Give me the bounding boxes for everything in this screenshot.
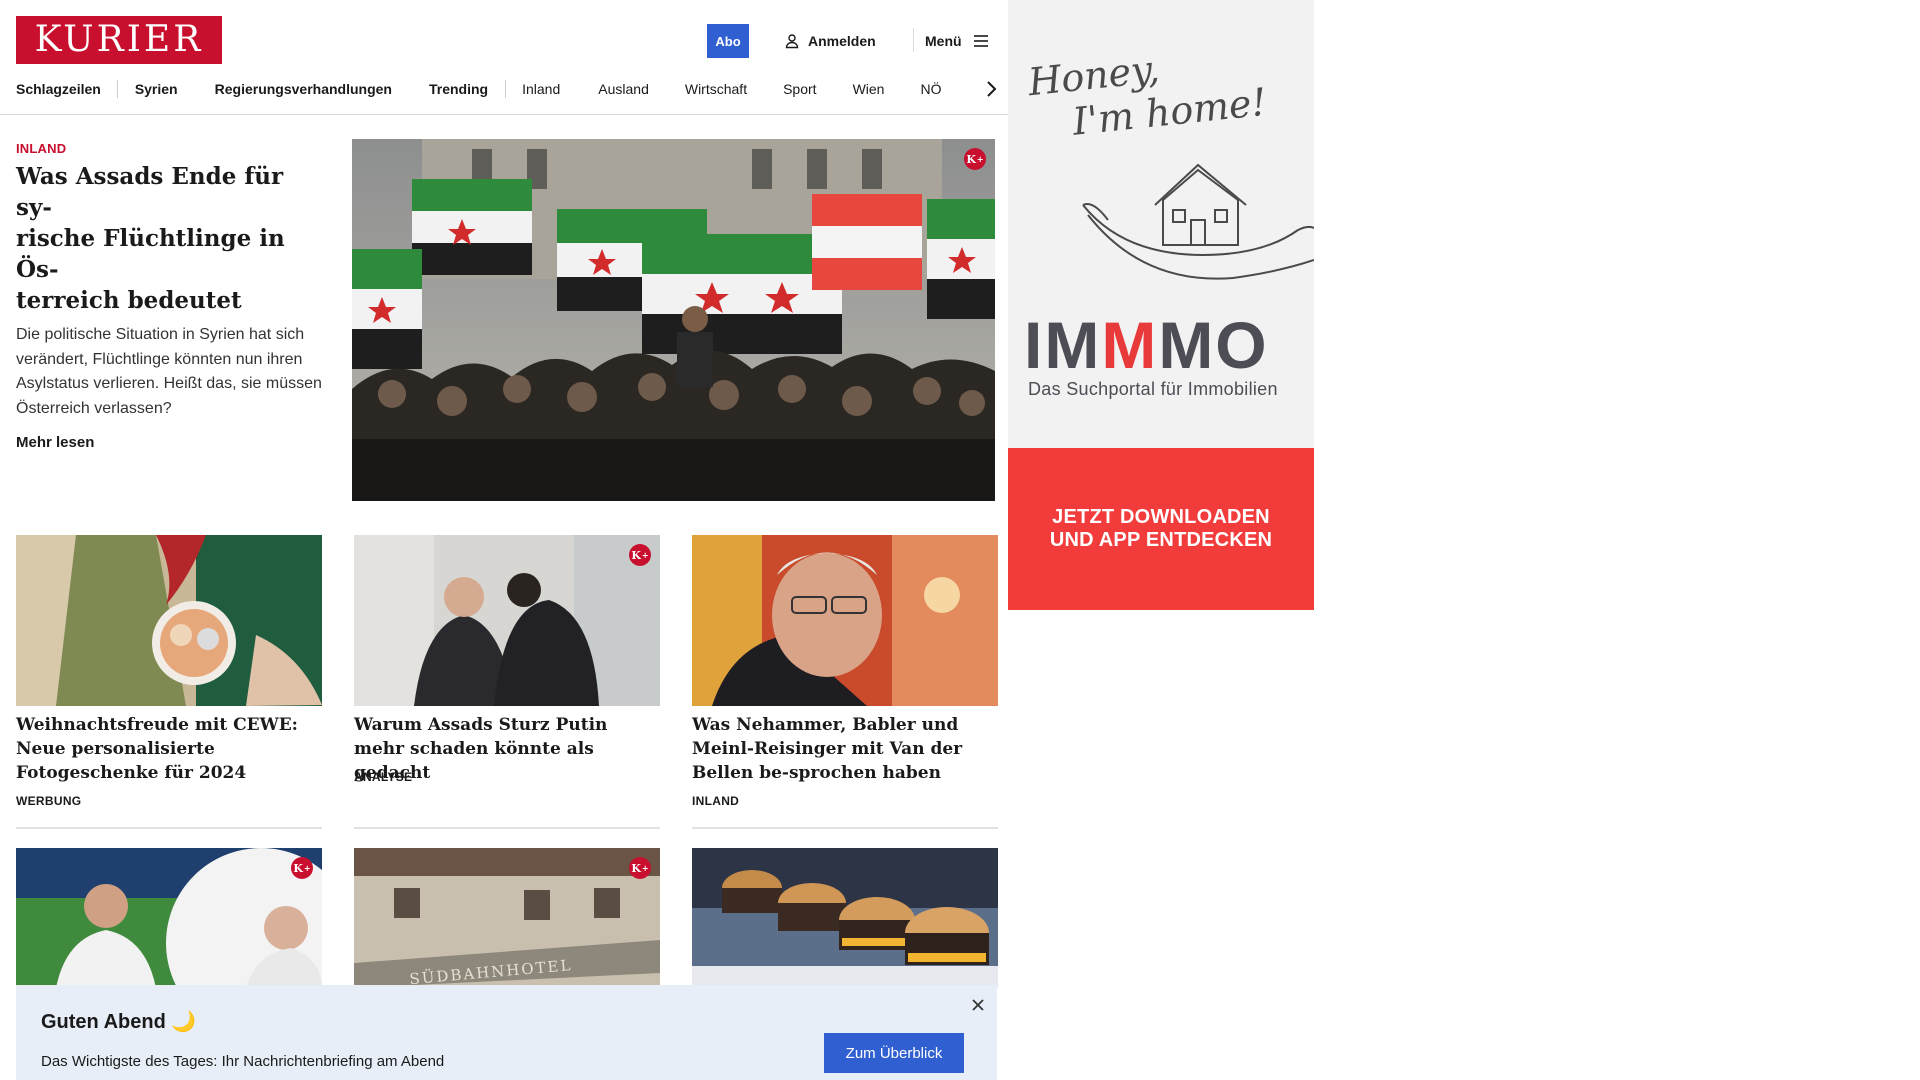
briefing-title: Guten Abend 🌙 xyxy=(41,1011,197,1033)
nav-item-inland[interactable]: Inland xyxy=(522,81,560,97)
abo-button[interactable]: Abo xyxy=(707,24,749,58)
user-icon xyxy=(785,34,799,49)
login-button[interactable]: Anmelden xyxy=(784,29,876,53)
nav-scroll-right-button[interactable] xyxy=(974,76,1008,102)
login-label: Anmelden xyxy=(808,33,876,49)
hero-title[interactable]: Was Assads Ende für sy- rische Flüchtlin… xyxy=(16,161,322,316)
site-header: KURIER Abo Anmelden Menü Schlagzeilen Sy… xyxy=(0,0,1008,115)
van-der-bellen-portrait-photo xyxy=(692,535,998,706)
house-in-hand-icon xyxy=(1082,163,1314,280)
hero-title-line: Was Assads Ende für sy- xyxy=(16,163,284,221)
ad-cta-line: JETZT DOWNLOADEN xyxy=(1052,506,1270,528)
hero-title-line: rische Flüchtlinge in Ös- xyxy=(16,225,285,283)
ad-visual: Honey, I'm home! IMMMO Das Suchportal fü… xyxy=(1008,0,1314,448)
hero-teaser: Die politische Situation in Syrien hat s… xyxy=(16,326,322,417)
putin-assad-embrace-photo xyxy=(354,535,660,706)
football-coach-photo xyxy=(16,848,322,988)
card-divider xyxy=(692,827,998,829)
ad-brand-part: M xyxy=(1101,308,1159,382)
card-image-vdb[interactable] xyxy=(692,535,998,706)
nav-item-sport[interactable]: Sport xyxy=(783,81,816,97)
card-image-burger[interactable] xyxy=(692,848,998,988)
overview-button[interactable]: Zum Überblick xyxy=(824,1033,964,1073)
card-image-rangnick[interactable]: K + xyxy=(16,848,322,988)
menu-label: Menü xyxy=(925,33,962,49)
briefing-text: Das Wichtigste des Tages: Ihr Nachrichte… xyxy=(41,1053,445,1070)
header-divider xyxy=(913,28,914,52)
card-title-cewe[interactable]: Weihnachtsfreude mit CEWE: Neue personal… xyxy=(16,713,326,785)
nav-item-trending[interactable]: Trending xyxy=(429,81,488,97)
logo-text: KURIER xyxy=(34,19,204,60)
card-kicker-analyse: ANALYSE xyxy=(354,770,413,784)
hero-title-line: terreich bedeutet xyxy=(16,287,242,314)
nav-item-wien[interactable]: Wien xyxy=(853,81,885,97)
card-divider xyxy=(16,827,322,829)
card-kicker-werbung: WERBUNG xyxy=(16,794,82,808)
read-more-link[interactable]: Mehr lesen xyxy=(16,434,322,451)
premium-badge: K + xyxy=(964,148,986,170)
suedbahnhotel-facade-photo: SÜDBAHNHOTEL xyxy=(354,848,660,988)
hero-kicker[interactable]: INLAND xyxy=(16,141,322,156)
hamburger-icon xyxy=(973,35,988,47)
premium-badge: K + xyxy=(629,544,651,566)
hero-image[interactable]: K + xyxy=(352,139,995,501)
ad-tagline: Honey, I'm home! xyxy=(1026,36,1269,148)
nav-item-regierungsverhandlungen[interactable]: Regierungsverhandlungen xyxy=(215,81,392,97)
briefing-close-button[interactable] xyxy=(967,994,989,1016)
card-image-putin[interactable]: K + xyxy=(354,535,660,706)
nav-divider xyxy=(116,80,118,98)
nav-divider xyxy=(505,80,507,98)
ad-brand-part: MO xyxy=(1158,308,1269,382)
close-icon xyxy=(972,999,984,1011)
christmas-ornament-photo xyxy=(16,535,322,706)
ad-cta-area[interactable]: JETZT DOWNLOADEN UND APP ENTDECKEN xyxy=(1008,448,1314,610)
card-title-vdb[interactable]: Was Nehammer, Babler und Meinl-Reisinger… xyxy=(692,713,1002,785)
ad-brand-part: IM xyxy=(1024,308,1102,382)
card-kicker-inland: INLAND xyxy=(692,794,740,808)
ad-cta-line: UND APP ENTDECKEN xyxy=(1049,529,1273,551)
nav-item-ausland[interactable]: Ausland xyxy=(598,81,649,97)
kurier-logo[interactable]: KURIER xyxy=(16,16,222,64)
nav-item-schlagzeilen[interactable]: Schlagzeilen xyxy=(16,81,101,97)
evening-briefing-banner: Guten Abend 🌙 Das Wichtigste des Tages: … xyxy=(16,985,997,1080)
immmo-advertisement[interactable]: Honey, I'm home! IMMMO Das Suchportal fü… xyxy=(1008,0,1314,610)
card-image-suedbahnhotel[interactable]: SÜDBAHNHOTEL K + xyxy=(354,848,660,988)
syrian-flags-crowd-photo xyxy=(352,139,995,501)
nav-item-noe[interactable]: NÖ xyxy=(920,81,941,97)
menu-button[interactable]: Menü xyxy=(925,29,990,53)
burger-sliders-photo xyxy=(692,848,998,988)
chevron-right-icon xyxy=(987,81,997,97)
card-image-cewe[interactable] xyxy=(16,535,322,706)
nav-item-wirtschaft[interactable]: Wirtschaft xyxy=(685,81,747,97)
nav-item-syrien[interactable]: Syrien xyxy=(135,81,178,97)
card-divider xyxy=(354,827,660,829)
hero-article: INLAND Was Assads Ende für sy- rische Fl… xyxy=(16,141,322,451)
premium-badge: K + xyxy=(629,857,651,879)
ad-subtitle: Das Suchportal für Immobilien xyxy=(1028,379,1278,399)
category-nav: Schlagzeilen Syrien Regierungsverhandlun… xyxy=(16,78,991,100)
kurier-page: KURIER Abo Anmelden Menü Schlagzeilen Sy… xyxy=(0,0,1008,1080)
ad-brand-logo: IMMMO xyxy=(1024,312,1269,378)
premium-badge: K + xyxy=(291,857,313,879)
